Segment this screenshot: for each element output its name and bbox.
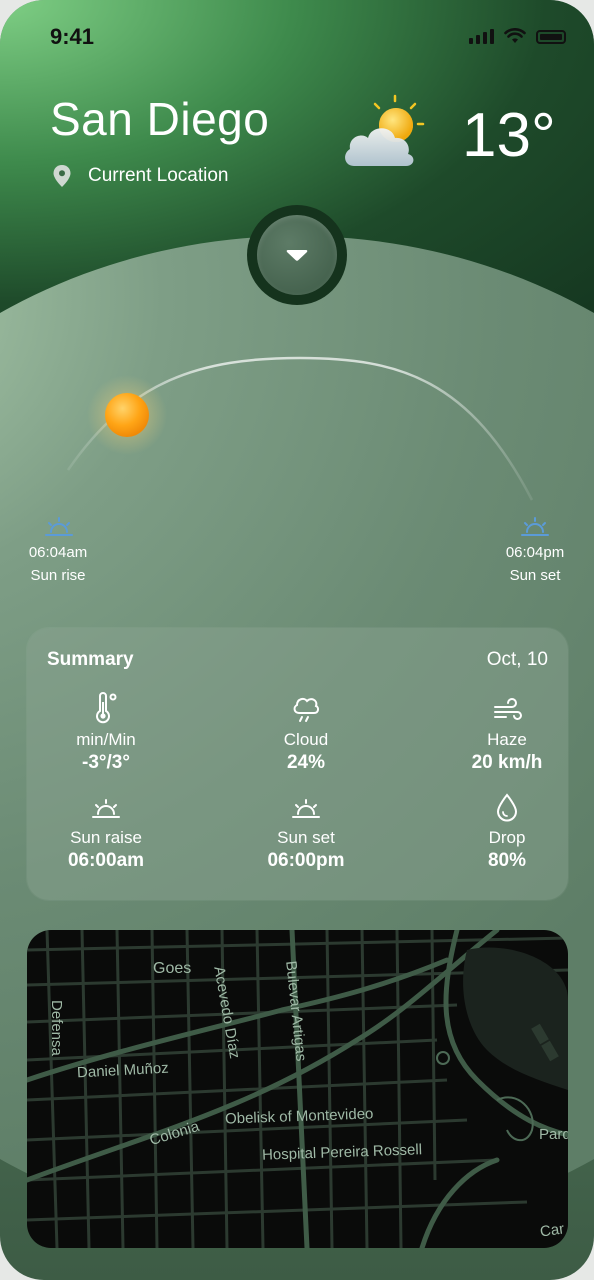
summary-item-cloud: Cloud 24% — [226, 690, 386, 774]
cloud-rain-icon — [293, 697, 320, 722]
wifi-icon — [504, 28, 526, 43]
map-label-goes: Goes — [153, 960, 192, 977]
summary-item-label: min/Min — [76, 730, 136, 749]
summary-item-label: Drop — [488, 828, 526, 847]
wind-icon — [494, 698, 522, 720]
sunset-time: 06:04pm — [505, 544, 565, 561]
summary-item-sunset: Sun set 06:00pm — [226, 788, 386, 872]
summary-date: Oct, 10 — [486, 649, 548, 670]
summary-item-label: Sun raise — [70, 828, 142, 847]
sunrise-icon — [45, 517, 73, 536]
summary-item-temperature: min/Min -3°/3° — [26, 690, 186, 774]
sunrise-time: 06:04am — [28, 544, 88, 561]
sunset-icon — [521, 517, 549, 536]
location-pin-icon — [53, 165, 71, 187]
expand-toggle-knob — [257, 215, 337, 295]
map-label-car: Car — [538, 1220, 566, 1241]
current-location[interactable]: Current Location — [52, 164, 228, 188]
current-temperature: 13° — [462, 101, 556, 170]
cellular-signal-icon — [469, 29, 494, 44]
partly-cloudy-icon — [345, 94, 425, 166]
current-location-label: Current Location — [88, 165, 229, 186]
status-time: 9:41 — [50, 24, 95, 49]
summary-item-value: 80% — [487, 850, 527, 871]
battery-icon — [536, 30, 566, 44]
sunset-label: Sun set — [509, 567, 561, 584]
summary-title: Summary — [47, 649, 134, 670]
status-bar: 9:41 — [0, 0, 594, 70]
summary-item-value: -3°/3° — [82, 752, 130, 773]
expand-toggle-button[interactable] — [247, 205, 347, 305]
map-label-parque: Parq — [539, 1126, 568, 1143]
summary-item-drop: Drop 80% — [427, 788, 587, 872]
sunrise-label: Sun rise — [30, 567, 86, 584]
summary-item-label: Haze — [487, 730, 527, 749]
status-icons — [469, 28, 566, 44]
summary-item-value: 24% — [286, 752, 326, 773]
city-name: San Diego — [50, 93, 270, 145]
drop-icon — [496, 793, 518, 822]
thermometer-icon — [96, 692, 117, 724]
summary-item-value: 06:00am — [67, 850, 145, 871]
sunrise-icon — [92, 799, 120, 818]
summary-item-value: 20 km/h — [471, 752, 543, 773]
sunset-icon — [292, 799, 320, 818]
map-label-defensa: Defensa — [48, 1000, 65, 1056]
summary-item-haze: Haze 20 km/h — [427, 690, 587, 774]
summary-item-label: Sun set — [277, 828, 335, 847]
phone-screen: 9:41 San Diego Current Location 13° 06:0… — [0, 0, 594, 1280]
summary-item-label: Cloud — [283, 730, 329, 749]
chevron-down-icon — [286, 250, 308, 261]
summary-card: Summary Oct, 10 min/Min -3°/3° Cloud 24%… — [27, 628, 568, 900]
sun-path-arc — [66, 356, 534, 501]
map-view[interactable]: Goes Defensa Acevedo Díaz Bulevar Artiga… — [27, 930, 568, 1248]
summary-item-sunrise: Sun raise 06:00am — [26, 788, 186, 872]
summary-item-value: 06:00pm — [267, 850, 345, 871]
